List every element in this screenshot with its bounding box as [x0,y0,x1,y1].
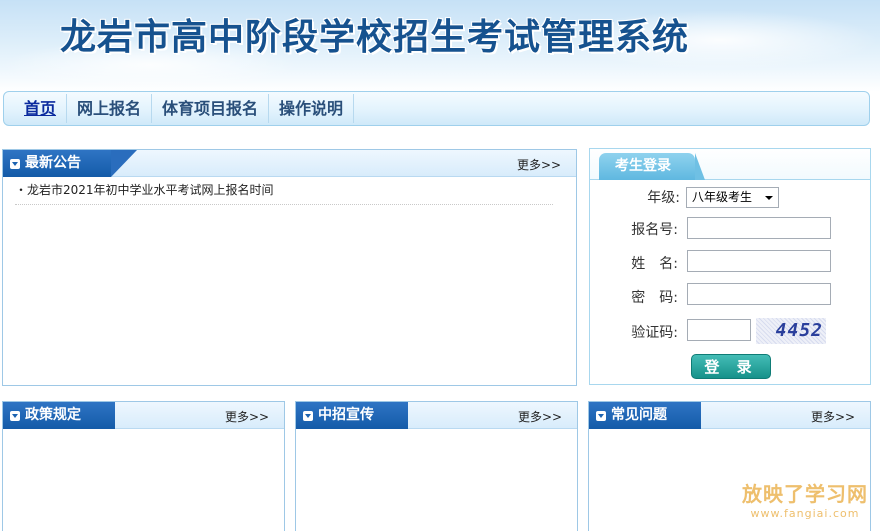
faq-title: 常见问题 [611,407,667,423]
watermark-text: 放映了学习网 [742,482,868,506]
faq-header: 常见问题 更多>> [589,402,870,429]
main-nav: 首页 网上报名 体育项目报名 操作说明 [3,91,870,126]
announcements-more-link[interactable]: 更多>> [517,156,561,173]
nav-item-sports-registration[interactable]: 体育项目报名 [152,94,270,123]
login-header: 考生登录 [590,149,870,180]
site-header: 龙岩市高中阶段学校招生考试管理系统 [0,0,880,92]
grade-label: 年级: [647,190,680,206]
policy-header: 政策规定 更多>> [3,402,284,429]
announcements-list: ・龙岩市2021年初中学业水平考试网上报名时间 [15,180,553,205]
collapse-icon [596,411,606,421]
site-title: 龙岩市高中阶段学校招生考试管理系统 [60,17,690,58]
regno-label: 报名号: [631,222,678,238]
login-tab: 考生登录 [599,153,705,180]
publicity-panel: 中招宣传 更多>> [295,401,578,531]
nav-item-home[interactable]: 首页 [14,94,68,123]
collapse-icon [10,159,20,169]
announcements-header: 最新公告 更多>> [3,150,576,177]
login-panel: 考生登录 年级: 八年级考生 报名号: 姓 名: 密 码: 验证码: 4452 … [589,148,871,385]
publicity-header: 中招宣传 更多>> [296,402,577,429]
announcements-title: 最新公告 [25,155,81,171]
password-label: 密 码: [631,290,678,306]
policy-panel: 政策规定 更多>> [2,401,285,531]
policy-more-link[interactable]: 更多>> [225,408,269,425]
login-button[interactable]: 登 录 [691,354,771,379]
captcha-image[interactable]: 4452 [756,318,826,344]
chevron-down-icon [765,196,773,200]
list-item[interactable]: ・龙岩市2021年初中学业水平考试网上报名时间 [15,180,553,205]
name-label: 姓 名: [631,256,678,272]
publicity-title: 中招宣传 [318,407,374,423]
watermark: 放映了学习网 www.fangiai.com [735,478,875,520]
collapse-icon [10,411,20,421]
publicity-more-link[interactable]: 更多>> [518,408,562,425]
captcha-label: 验证码: [631,325,678,341]
collapse-icon [303,411,313,421]
name-input[interactable] [687,250,831,272]
faq-more-link[interactable]: 更多>> [811,408,855,425]
policy-tab: 政策规定 [3,402,115,429]
announcements-tab: 最新公告 [3,150,137,177]
faq-tab: 常见问题 [589,402,701,429]
regno-input[interactable] [687,217,831,239]
password-input[interactable] [687,283,831,305]
grade-select[interactable]: 八年级考生 [686,187,779,208]
grade-select-value: 八年级考生 [692,190,753,204]
announcements-panel: 最新公告 更多>> ・龙岩市2021年初中学业水平考试网上报名时间 [2,149,577,386]
nav-item-instructions[interactable]: 操作说明 [269,94,355,123]
captcha-input[interactable] [687,319,751,341]
publicity-tab: 中招宣传 [296,402,408,429]
watermark-url: www.fangiai.com [750,507,860,520]
nav-item-online-registration[interactable]: 网上报名 [67,94,153,123]
policy-title: 政策规定 [25,407,81,423]
